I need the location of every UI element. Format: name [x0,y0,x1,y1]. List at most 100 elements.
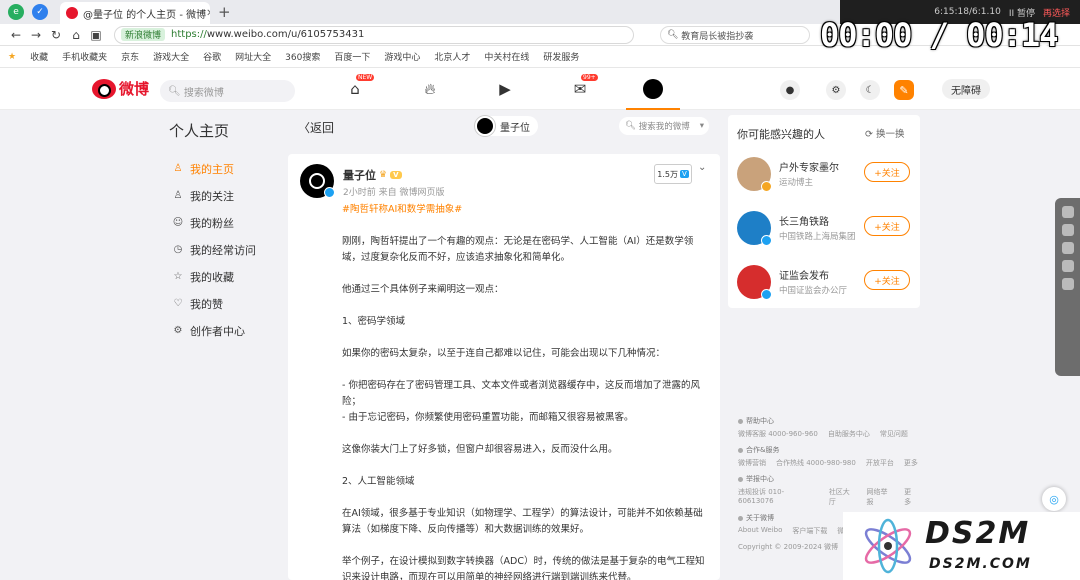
follow-button[interactable]: +关注 [864,270,910,290]
weibo-search-input[interactable]: 🔍︎ 搜索微博 [160,80,295,102]
nav-mail-icon[interactable]: ✉99+ [567,78,593,100]
bookmark-item[interactable]: 游戏中心 [384,50,420,63]
nav-home-icon[interactable]: ⌂NEW [342,78,368,100]
tool-translate-icon[interactable] [1062,260,1074,272]
browser-logo-icon[interactable]: e [8,4,24,20]
footer-link[interactable]: 合作热线 4000-980-980 [776,458,856,468]
post-paragraph: - 你把密码存在了密码管理工具、文本文件或者浏览器缓存中，这反而增加了泄露的风险… [342,378,710,410]
footer-link[interactable]: 网络举报 [866,487,894,507]
browser-search-input[interactable]: 🔍︎ 教育局长被指抄袭 [660,26,810,44]
sidebar-item-creator[interactable]: ⚙创作者中心 [160,317,285,344]
back-label: 返回 [310,121,334,135]
bookmark-item[interactable]: 游戏大全 [153,50,189,63]
bookmark-item[interactable]: 收藏 [30,50,48,63]
tool-video-icon[interactable] [1062,242,1074,254]
verified-mini-icon: V [680,170,689,178]
post-paragraph: - 由于忘记密码，你频繁使用密码重置功能，而邮箱又很容易被黑客。 [342,410,710,426]
recommend-item[interactable]: 户外专家墨尔 运动博主 +关注 [737,157,917,195]
extension-icon[interactable]: ▣ [86,28,106,42]
footer-link[interactable]: 常见问题 [880,429,908,439]
bookmark-item[interactable]: 网址大全 [235,50,271,63]
browser-tab[interactable]: @量子位 的个人主页 - 微博 ✕ [60,2,210,24]
star-icon: ★ [8,52,16,62]
bookmark-item[interactable]: 谷歌 [203,50,221,63]
nav-hot-icon[interactable]: 🔥︎ [417,78,443,100]
sidebar-item-label: 我的经常访问 [190,242,256,258]
footer-link[interactable]: 自助服务中心 [828,429,870,439]
weibo-header: 微博 🔍︎ 搜索微博 ⌂NEW 🔥︎ ▶ ✉99+ ● ⚙ ☾ ✎ 无障碍 [0,68,1080,110]
tool-text-icon[interactable] [1062,278,1074,290]
sidebar-item-following[interactable]: ♙我的关注 [160,182,285,209]
home-icon[interactable]: ⌂ [66,28,86,42]
bookmark-icon: ☆ [172,271,184,282]
sidebar-item-likes[interactable]: ♡我的赞 [160,290,285,317]
browser-search-text: 教育局长被指抄袭 [681,29,753,42]
chevron-down-icon[interactable]: ▾ [700,121,704,131]
footer-link[interactable]: About Weibo [738,526,782,536]
followers-badge[interactable]: 1.5万V [654,164,692,184]
recommend-card: 你可能感兴趣的人 ⟳ 换一换 户外专家墨尔 运动博主 +关注 长三角铁路 中国铁… [728,115,920,308]
footer-link[interactable]: 客户端下载 [792,526,827,536]
crown-icon: ♛ [379,170,387,180]
tool-ai-icon[interactable] [1062,206,1074,218]
compose-icon[interactable]: ✎ [894,80,914,100]
gear-icon[interactable]: ⚙ [826,80,846,100]
shield-icon[interactable]: ✓ [32,4,48,20]
bookmark-item[interactable]: 百度一下 [334,50,370,63]
url-field[interactable]: 新浪微博 https:// www.weibo.com/u/6105753431 [114,26,634,44]
recommend-item[interactable]: 证监会发布 中国证监会办公厅 +关注 [737,265,917,303]
weibo-logo[interactable]: 微博 [92,78,149,99]
floating-assistant-icon[interactable]: ◎ [1042,487,1066,511]
search-icon: 🔍︎ [168,86,184,97]
clock-icon: ◷ [172,244,184,255]
nav-profile-avatar[interactable] [640,78,666,100]
post-paragraph: 举个例子，在设计模拟到数字转换器（ADC）时，传统的做法是基于复杂的电气工程知识… [342,554,710,580]
footer-link[interactable]: 更多 [904,458,918,468]
footer-link[interactable]: 微博营销 [738,458,766,468]
forward-arrow-icon[interactable]: → [26,28,46,42]
footer-link[interactable]: 开放平台 [866,458,894,468]
search-icon: 🔍︎ [625,121,636,131]
bookmark-item[interactable]: 研发服务 [543,50,579,63]
chevron-left-icon: 〈 [298,121,310,135]
sidebar-item-fans[interactable]: ☺我的粉丝 [160,209,285,236]
close-tab-icon[interactable]: ✕ [206,8,210,19]
footer-link[interactable]: 更多 [904,487,918,507]
follow-button[interactable]: +关注 [864,216,910,236]
post-author-avatar[interactable] [300,164,334,198]
footer-link[interactable]: 违规投诉 010-60613076 [738,487,819,507]
sidebar-item-favorites[interactable]: ☆我的收藏 [160,263,285,290]
bookmark-item[interactable]: 360搜索 [285,50,320,63]
bookmark-item[interactable]: 北京人才 [434,50,470,63]
profile-avatar [643,79,663,99]
nav-video-icon[interactable]: ▶ [492,78,518,100]
new-tab-button[interactable]: + [218,3,231,21]
accessibility-button[interactable]: 无障碍 [942,79,990,99]
profile-pill-avatar [475,116,495,136]
back-button[interactable]: 〈返回 [298,119,334,136]
refresh-button[interactable]: ⟳ 换一换 [865,126,905,140]
footer-link[interactable]: 微博客服 4000-960-960 [738,429,818,439]
follow-button[interactable]: +关注 [864,162,910,182]
footer-link[interactable]: 社区大厅 [829,487,857,507]
refresh-icon: ⟳ [865,129,876,140]
post-author[interactable]: 量子位 ♛ V [343,167,402,183]
post-paragraph: 如果你的密码太复杂，以至于连自己都难以记住，可能会出现以下几种情况： [342,346,710,362]
chevron-down-icon[interactable]: ⌄ [698,162,706,173]
recommend-item[interactable]: 长三角铁路 中国铁路上海局集团 +关注 [737,211,917,249]
sidebar-item-my-home[interactable]: ♙我的主页 [160,155,285,182]
message-bubble-icon[interactable]: ● [780,80,800,100]
post-paragraph: 2、人工智能领域 [342,474,710,490]
moon-icon[interactable]: ☾ [860,80,880,100]
recommend-user-name: 长三角铁路 [779,213,829,228]
sidebar-item-frequent[interactable]: ◷ 我的经常访问 [160,236,285,263]
bookmark-item[interactable]: 手机收藏夹 [62,50,107,63]
feed-topbar: 〈返回 量子位 🔍︎ 搜索我的微博 ▾ [288,110,720,144]
back-arrow-icon[interactable]: ← [6,28,26,42]
reload-icon[interactable]: ↻ [46,28,66,42]
bookmark-item[interactable]: 中关村在线 [484,50,529,63]
bookmark-item[interactable]: 京东 [121,50,139,63]
tool-capture-icon[interactable] [1062,224,1074,236]
post-hashtag[interactable]: #陶哲轩称AI和数学需抽象# [342,202,710,218]
my-weibo-search-input[interactable]: 🔍︎ 搜索我的微博 ▾ [619,117,709,135]
